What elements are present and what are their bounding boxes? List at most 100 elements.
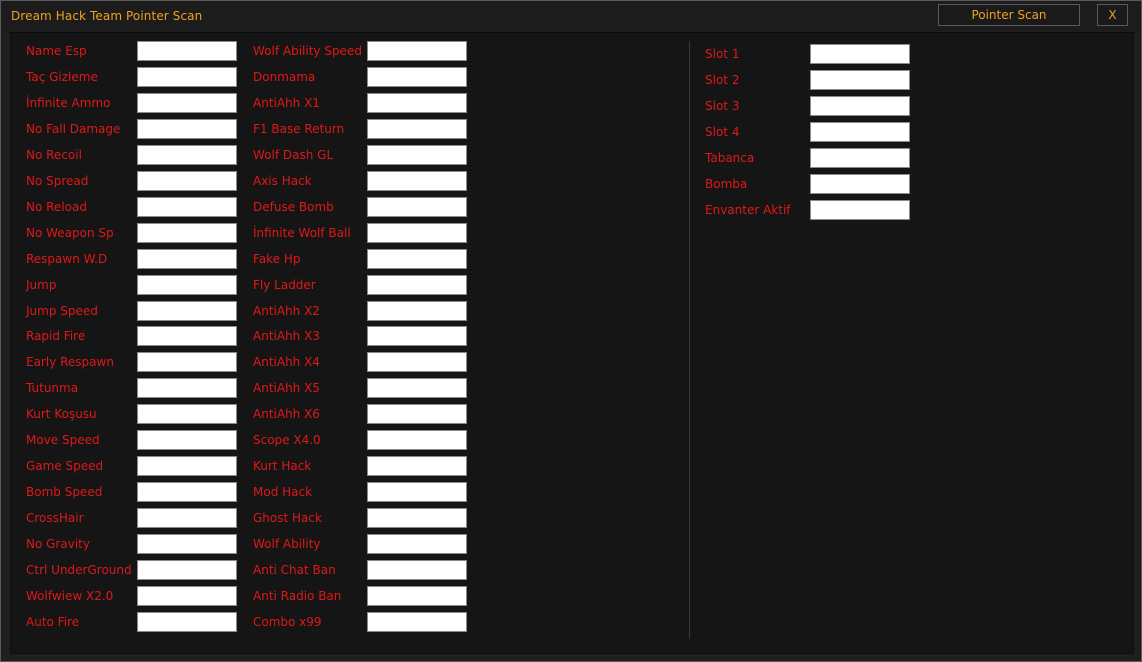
field-row: Mod Hack: [241, 482, 467, 502]
ghost-hack-address-field[interactable]: [367, 508, 467, 528]
field-row: Early Respawn: [11, 352, 237, 372]
no-recoil-address-field[interactable]: [137, 145, 237, 165]
antiahh-x3-address-field[interactable]: [367, 326, 467, 346]
antiahh-x2-address-field[interactable]: [367, 301, 467, 321]
wolf-ability-label: Wolf Ability: [253, 537, 321, 551]
envanter-aktif-address-field[interactable]: [810, 200, 910, 220]
field-row: Fake Hp: [241, 249, 467, 269]
tutunma-address-field[interactable]: [137, 378, 237, 398]
no-weapon-sp-address-field[interactable]: [137, 223, 237, 243]
crosshair-label: CrossHair: [26, 511, 84, 525]
slot-2-address-field[interactable]: [810, 70, 910, 90]
mod-hack-address-field[interactable]: [367, 482, 467, 502]
jump-address-field[interactable]: [137, 275, 237, 295]
wolfwiew-x2-0-address-field[interactable]: [137, 586, 237, 606]
field-row: Anti Radio Ban: [241, 586, 467, 606]
antiahh-x1-address-field[interactable]: [367, 93, 467, 113]
column-divider: [689, 41, 690, 639]
wolf-dash-gl-label: Wolf Dash GL: [253, 148, 334, 162]
app-window: Dream Hack Team Pointer Scan Pointer Sca…: [0, 0, 1142, 662]
auto-fire-address-field[interactable]: [137, 612, 237, 632]
bomba-label: Bomba: [705, 177, 748, 191]
jump-speed-address-field[interactable]: [137, 301, 237, 321]
kurt-hack-address-field[interactable]: [367, 456, 467, 476]
name-esp-label: Name Esp: [26, 44, 87, 58]
f1-base-return-address-field[interactable]: [367, 119, 467, 139]
field-row: Kurt Hack: [241, 456, 467, 476]
bomb-speed-address-field[interactable]: [137, 482, 237, 502]
rapid-fire-address-field[interactable]: [137, 326, 237, 346]
kurt-ko-usu-label: Kurt Koşusu: [26, 407, 97, 421]
field-row: İnfinite Wolf Ball: [241, 223, 467, 243]
i-nfinite-ammo-address-field[interactable]: [137, 93, 237, 113]
field-row: Axis Hack: [241, 171, 467, 191]
rapid-fire-label: Rapid Fire: [26, 329, 86, 343]
slot-1-address-field[interactable]: [810, 44, 910, 64]
scope-x4-0-address-field[interactable]: [367, 430, 467, 450]
mod-hack-label: Mod Hack: [253, 485, 313, 499]
jump-label: Jump: [26, 278, 57, 292]
field-row: Wolf Dash GL: [241, 145, 467, 165]
no-fall-damage-address-field[interactable]: [137, 119, 237, 139]
respawn-w-d-address-field[interactable]: [137, 249, 237, 269]
kurt-ko-usu-address-field[interactable]: [137, 404, 237, 424]
f1-base-return-label: F1 Base Return: [253, 122, 345, 136]
anti-radio-ban-address-field[interactable]: [367, 586, 467, 606]
wolf-ability-speed-address-field[interactable]: [367, 41, 467, 61]
field-row: Donmama: [241, 67, 467, 87]
bomba-address-field[interactable]: [810, 174, 910, 194]
field-row: Fly Ladder: [241, 275, 467, 295]
fly-ladder-address-field[interactable]: [367, 275, 467, 295]
antiahh-x4-label: AntiAhh X4: [253, 355, 320, 369]
wolf-dash-gl-address-field[interactable]: [367, 145, 467, 165]
game-speed-address-field[interactable]: [137, 456, 237, 476]
antiahh-x6-address-field[interactable]: [367, 404, 467, 424]
move-speed-address-field[interactable]: [137, 430, 237, 450]
title-bar: Dream Hack Team Pointer Scan Pointer Sca…: [1, 1, 1141, 31]
anti-chat-ban-address-field[interactable]: [367, 560, 467, 580]
close-button[interactable]: X: [1097, 4, 1128, 26]
ctrl-underground-address-field[interactable]: [137, 560, 237, 580]
field-row: AntiAhh X6: [241, 404, 467, 424]
i-nfinite-wolf-ball-label: İnfinite Wolf Ball: [253, 226, 351, 240]
field-row: No Fall Damage: [11, 119, 237, 139]
field-row: No Recoil: [11, 145, 237, 165]
field-row: AntiAhh X1: [241, 93, 467, 113]
tabanca-label: Tabanca: [705, 151, 755, 165]
no-reload-address-field[interactable]: [137, 197, 237, 217]
field-row: Scope X4.0: [241, 430, 467, 450]
early-respawn-address-field[interactable]: [137, 352, 237, 372]
combo-x99-address-field[interactable]: [367, 612, 467, 632]
field-row: Slot 4: [691, 122, 910, 142]
field-row: AntiAhh X3: [241, 326, 467, 346]
fake-hp-address-field[interactable]: [367, 249, 467, 269]
ta-gizleme-label: Taç Gizleme: [26, 70, 98, 84]
wolf-ability-address-field[interactable]: [367, 534, 467, 554]
no-spread-address-field[interactable]: [137, 171, 237, 191]
donmama-address-field[interactable]: [367, 67, 467, 87]
axis-hack-address-field[interactable]: [367, 171, 467, 191]
field-row: Tutunma: [11, 378, 237, 398]
slot-4-address-field[interactable]: [810, 122, 910, 142]
ta-gizleme-address-field[interactable]: [137, 67, 237, 87]
slot-3-address-field[interactable]: [810, 96, 910, 116]
pointer-scan-button[interactable]: Pointer Scan: [938, 4, 1080, 26]
antiahh-x4-address-field[interactable]: [367, 352, 467, 372]
field-row: Bomb Speed: [11, 482, 237, 502]
i-nfinite-wolf-ball-address-field[interactable]: [367, 223, 467, 243]
no-weapon-sp-label: No Weapon Sp: [26, 226, 114, 240]
slot-4-label: Slot 4: [705, 125, 740, 139]
no-spread-label: No Spread: [26, 174, 89, 188]
antiahh-x5-label: AntiAhh X5: [253, 381, 320, 395]
crosshair-address-field[interactable]: [137, 508, 237, 528]
no-reload-label: No Reload: [26, 200, 87, 214]
tabanca-address-field[interactable]: [810, 148, 910, 168]
name-esp-address-field[interactable]: [137, 41, 237, 61]
no-gravity-address-field[interactable]: [137, 534, 237, 554]
scope-x4-0-label: Scope X4.0: [253, 433, 321, 447]
field-row: Wolfwiew X2.0: [11, 586, 237, 606]
defuse-bomb-address-field[interactable]: [367, 197, 467, 217]
bomb-speed-label: Bomb Speed: [26, 485, 103, 499]
field-row: Combo x99: [241, 612, 467, 632]
antiahh-x5-address-field[interactable]: [367, 378, 467, 398]
